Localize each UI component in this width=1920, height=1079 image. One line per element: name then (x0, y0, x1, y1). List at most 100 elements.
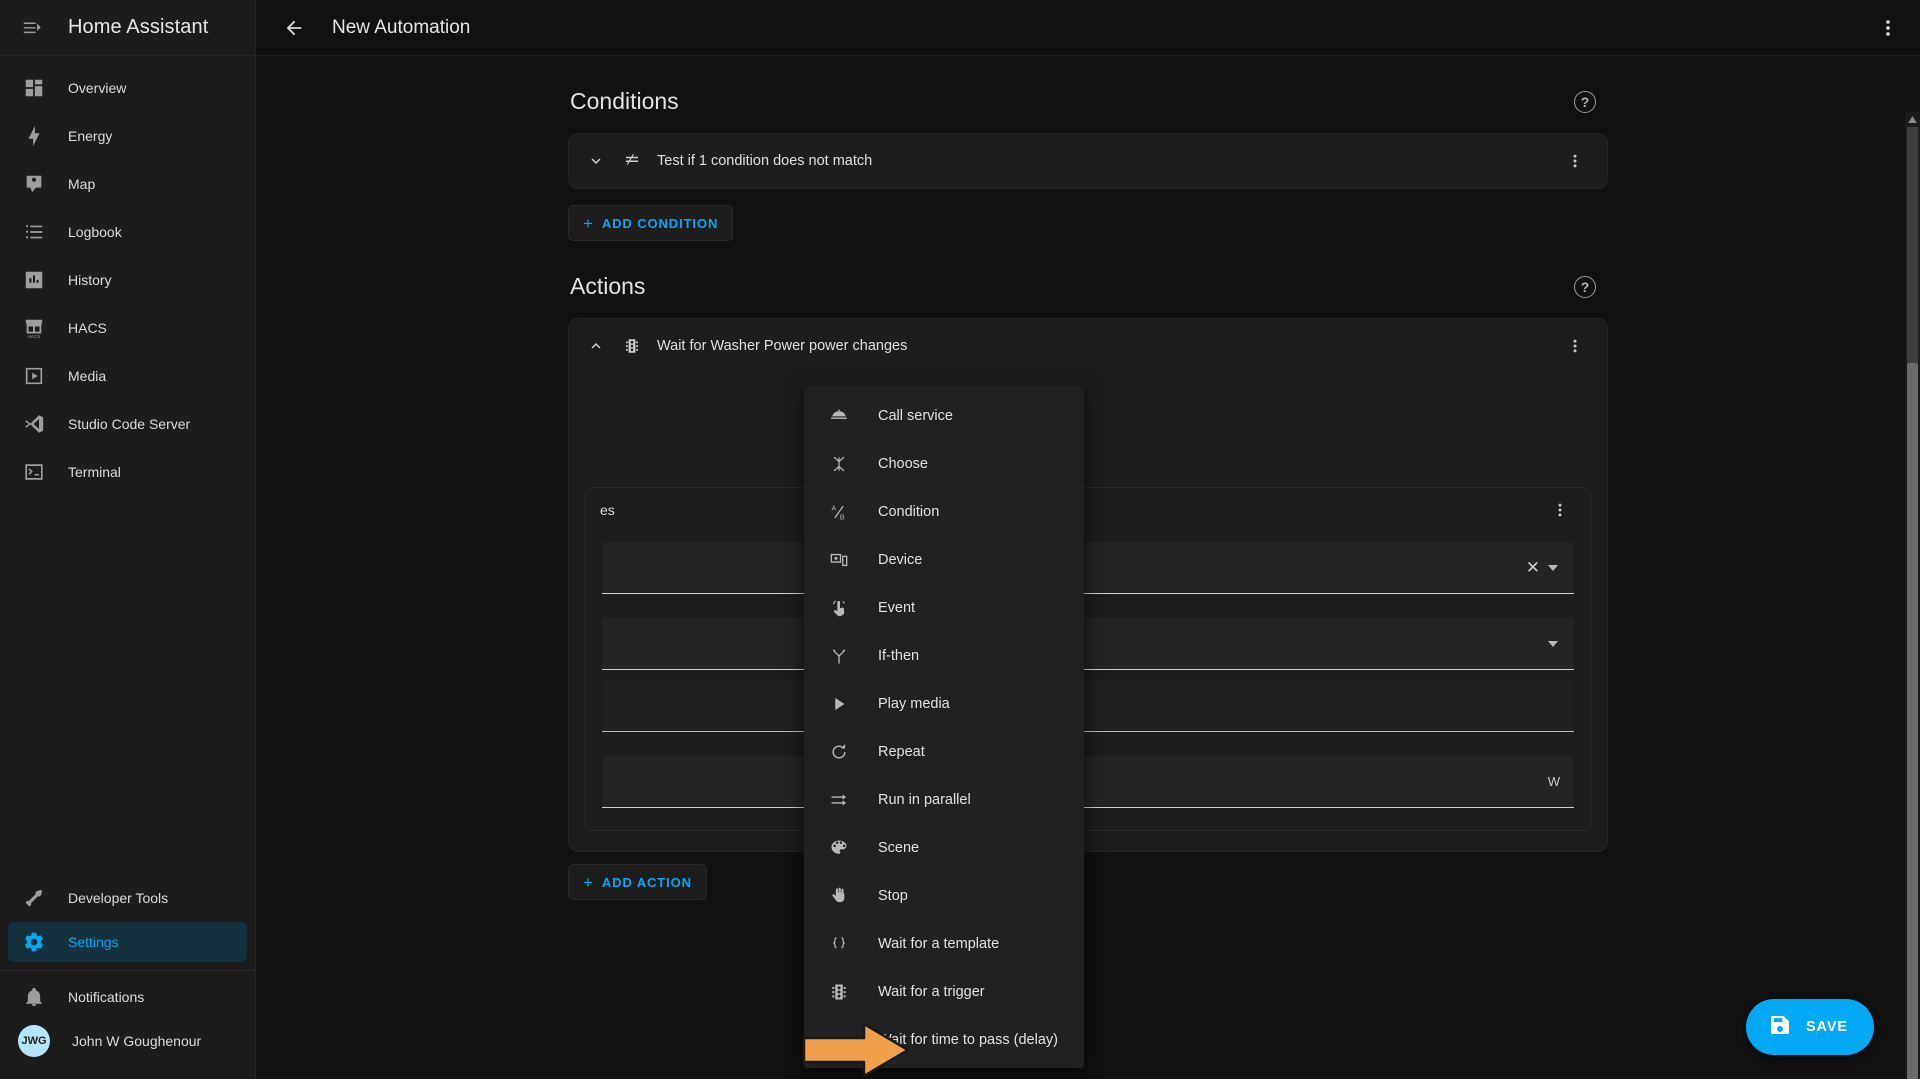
sidebar-header: Home Assistant (0, 0, 255, 56)
sidebar-flex-spacer (0, 496, 255, 874)
unit-label: W (1547, 774, 1560, 789)
menu-item-choose[interactable]: Choose (804, 440, 1084, 488)
sidebar-item-label: Logbook (68, 224, 122, 240)
chevron-down-icon[interactable] (1548, 564, 1558, 571)
actions-heading: Actions (570, 273, 646, 299)
help-circle-icon[interactable]: ? (1574, 90, 1596, 113)
save-button[interactable]: SAVE (1745, 999, 1874, 1055)
sidebar-item-hacs[interactable]: HACS HACS (8, 308, 247, 348)
chevron-up-icon[interactable] (585, 335, 607, 357)
action-type-menu[interactable]: Call service Choose AB Condition Device … (804, 386, 1084, 1068)
power-input[interactable]: W (602, 756, 1574, 808)
inner-card-body: ✕ W (586, 542, 1590, 830)
condition-card[interactable]: Test if 1 condition does not match (568, 133, 1608, 189)
chevron-down-icon[interactable] (585, 150, 607, 172)
overflow-menu-button[interactable] (1868, 8, 1908, 48)
sidebar-item-studio-code-server[interactable]: Studio Code Server (8, 404, 247, 444)
add-condition-button[interactable]: + ADD CONDITION (568, 205, 734, 241)
menu-item-device[interactable]: Device (804, 536, 1084, 584)
play-box-icon (22, 364, 46, 388)
menu-item-call-service[interactable]: Call service (804, 392, 1084, 440)
menu-item-wait-for-a-template[interactable]: Wait for a template (804, 920, 1084, 968)
menu-item-scene[interactable]: Scene (804, 824, 1084, 872)
menu-item-label: Play media (878, 696, 950, 712)
menu-item-play-media[interactable]: Play media (804, 680, 1084, 728)
devices-icon (828, 549, 850, 571)
scrollbar-thumb[interactable] (1907, 363, 1918, 1079)
traffic-light-icon (621, 335, 643, 357)
back-button[interactable] (274, 8, 314, 48)
entity-combobox[interactable]: ✕ (602, 542, 1574, 594)
menu-item-label: Wait for a trigger (878, 984, 985, 1000)
room-service-icon (828, 405, 850, 427)
menu-item-label: Run in parallel (878, 792, 971, 808)
play-icon (828, 693, 850, 715)
menu-item-if-then[interactable]: If-then (804, 632, 1084, 680)
sidebar-title: Home Assistant (68, 16, 209, 38)
add-action-label: ADD ACTION (601, 874, 692, 890)
sidebar: Home Assistant Overview Energy Map Logbo… (0, 0, 256, 1079)
sidebar-item-media[interactable]: Media (8, 356, 247, 396)
traffic-light-icon (828, 981, 850, 1003)
chevron-down-icon[interactable] (1548, 640, 1558, 647)
close-icon[interactable]: ✕ (1518, 558, 1548, 578)
sidebar-divider (0, 970, 255, 971)
sidebar-item-developer-tools[interactable]: Developer Tools (8, 878, 247, 918)
sidebar-item-terminal[interactable]: Terminal (8, 452, 247, 492)
main-area: New Automation Conditions ? Test if 1 co… (256, 0, 1920, 1079)
arrow-decision-icon (828, 645, 850, 667)
hamburger-collapse-icon[interactable] (14, 10, 50, 46)
sidebar-item-user-profile[interactable]: JWG John W Goughenour (8, 1021, 247, 1061)
sidebar-item-label: Settings (68, 934, 119, 950)
menu-item-stop[interactable]: Stop (804, 872, 1084, 920)
menu-item-label: Wait for a template (878, 936, 1000, 952)
timer-outline-icon (828, 1029, 850, 1051)
menu-item-run-in-parallel[interactable]: Run in parallel (804, 776, 1084, 824)
menu-item-label: Call service (878, 408, 953, 424)
scrollbar-track-upper[interactable] (1907, 127, 1918, 363)
menu-item-wait-for-a-trigger[interactable]: Wait for a trigger (804, 968, 1084, 1016)
lightning-bolt-icon (22, 124, 46, 148)
help-circle-icon[interactable]: ? (1574, 275, 1596, 298)
ab-testing-icon: AB (828, 501, 850, 523)
action-card: Wait for Washer Power power changes es ✕… (568, 318, 1608, 852)
automation-editor-content: Conditions ? Test if 1 condition does no… (256, 56, 1920, 1079)
sidebar-item-settings[interactable]: Settings (8, 922, 247, 962)
inner-card-label: es (600, 502, 615, 518)
sidebar-item-history[interactable]: History (8, 260, 247, 300)
menu-item-condition[interactable]: AB Condition (804, 488, 1084, 536)
refresh-icon (828, 741, 850, 763)
bell-icon (22, 985, 46, 1009)
scroll-up-arrow[interactable] (1905, 112, 1920, 127)
sidebar-item-notifications[interactable]: Notifications (8, 977, 247, 1017)
wait-trigger-inner-card: es ✕ W (585, 487, 1591, 831)
code-braces-icon (828, 933, 850, 955)
menu-item-event[interactable]: Event (804, 584, 1084, 632)
chart-box-icon (22, 268, 46, 292)
menu-item-wait-for-time-to-pass-delay[interactable]: Wait for time to pass (delay) (804, 1016, 1084, 1064)
vertical-scrollbar[interactable] (1905, 112, 1920, 1079)
field-gap (602, 732, 1574, 746)
sidebar-item-label: Developer Tools (68, 890, 169, 906)
map-marker-account-icon (22, 172, 46, 196)
menu-item-repeat[interactable]: Repeat (804, 728, 1084, 776)
sidebar-item-overview[interactable]: Overview (8, 68, 247, 108)
sidebar-item-energy[interactable]: Energy (8, 116, 247, 156)
sidebar-item-label: John W Goughenour (72, 1033, 202, 1049)
condition-overflow-button[interactable] (1559, 145, 1591, 177)
call-split-icon (828, 453, 850, 475)
condition-label: Test if 1 condition does not match (657, 153, 873, 169)
scrollbar-track[interactable] (1907, 127, 1918, 1079)
action-label: Wait for Washer Power power changes (657, 338, 908, 354)
sidebar-item-label: Energy (68, 128, 113, 144)
value-input[interactable] (602, 680, 1574, 732)
sidebar-item-logbook[interactable]: Logbook (8, 212, 247, 252)
arrow-expand-right-icon (828, 789, 850, 811)
action-overflow-button[interactable] (1559, 330, 1591, 362)
inner-card-overflow-button[interactable] (1544, 494, 1576, 526)
sidebar-item-label: Media (68, 368, 107, 384)
sidebar-item-map[interactable]: Map (8, 164, 247, 204)
menu-item-label: If-then (878, 648, 920, 664)
add-action-button[interactable]: + ADD ACTION (568, 864, 707, 900)
trigger-type-select[interactable] (602, 618, 1574, 670)
